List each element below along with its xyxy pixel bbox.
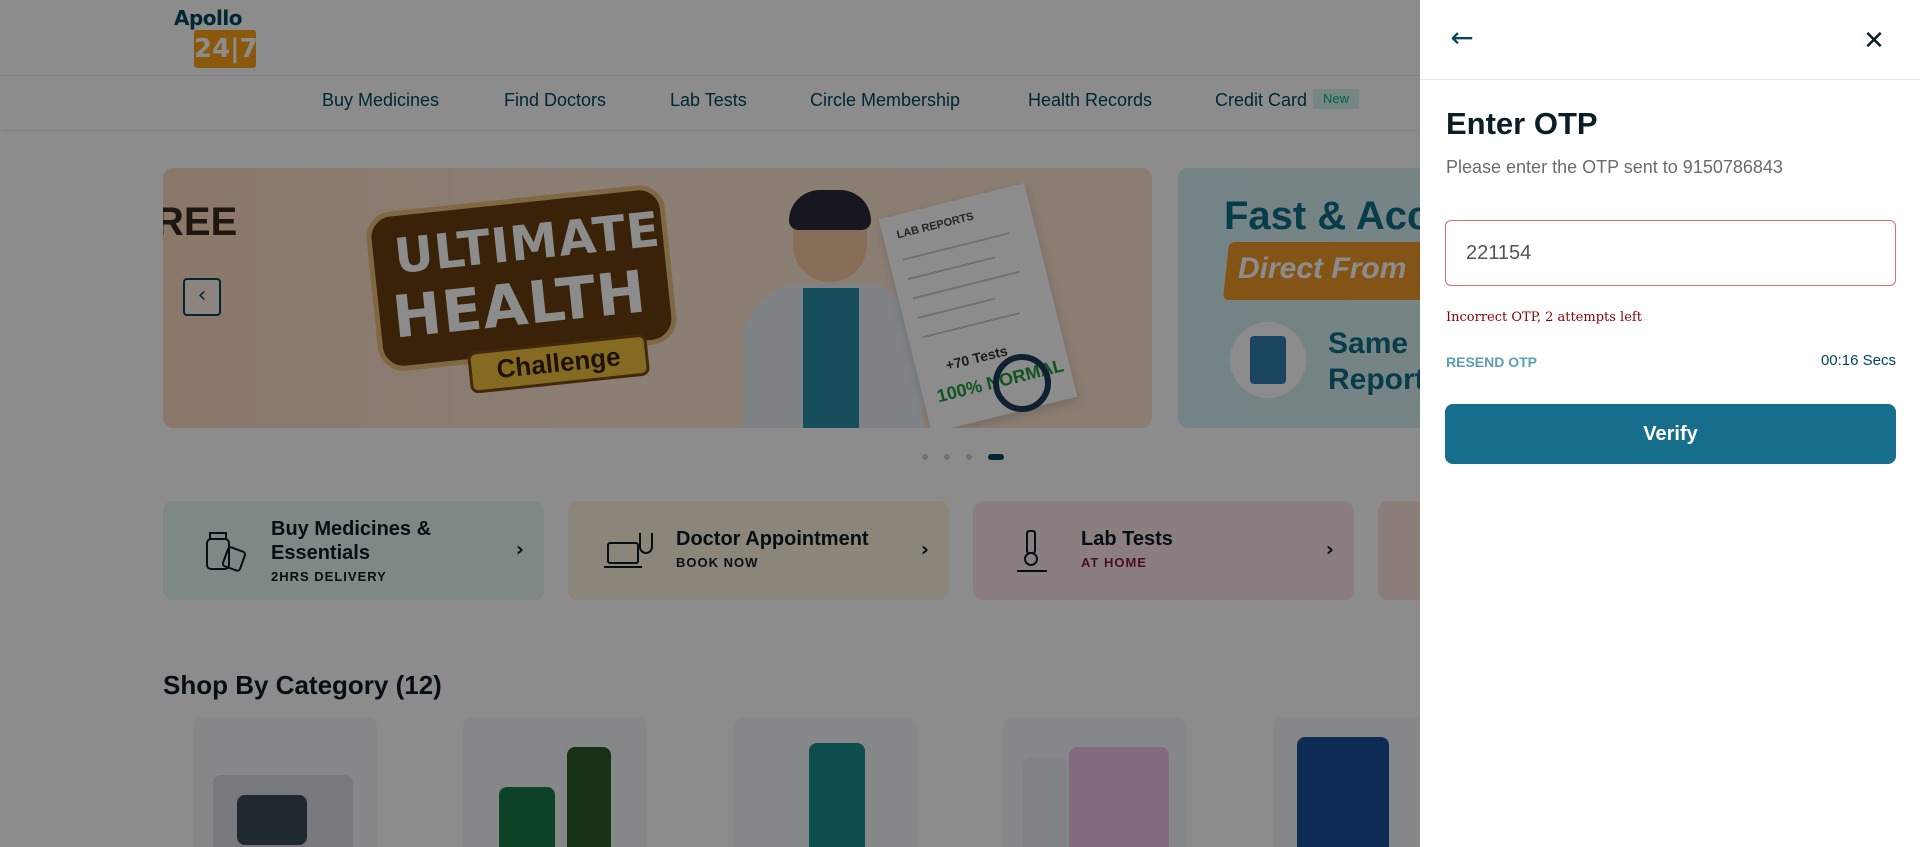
arrow-left-icon: ← — [1450, 21, 1474, 54]
drawer-header: ← ✕ — [1420, 0, 1920, 80]
close-icon: ✕ — [1863, 26, 1885, 56]
otp-timer: 00:16 Secs — [1820, 352, 1896, 369]
back-button[interactable]: ← — [1444, 22, 1480, 58]
otp-error-message: Incorrect OTP, 2 attempts left — [1446, 310, 1642, 325]
otp-drawer: ← ✕ Enter OTP Please enter the OTP sent … — [1420, 0, 1920, 847]
close-button[interactable]: ✕ — [1858, 26, 1890, 58]
resend-otp-link[interactable]: RESEND OTP — [1446, 354, 1537, 370]
otp-subtitle: Please enter the OTP sent to 9150786843 — [1446, 157, 1783, 177]
verify-button[interactable]: Verify — [1445, 404, 1896, 464]
otp-title: Enter OTP — [1446, 106, 1598, 141]
otp-input[interactable] — [1445, 220, 1896, 286]
